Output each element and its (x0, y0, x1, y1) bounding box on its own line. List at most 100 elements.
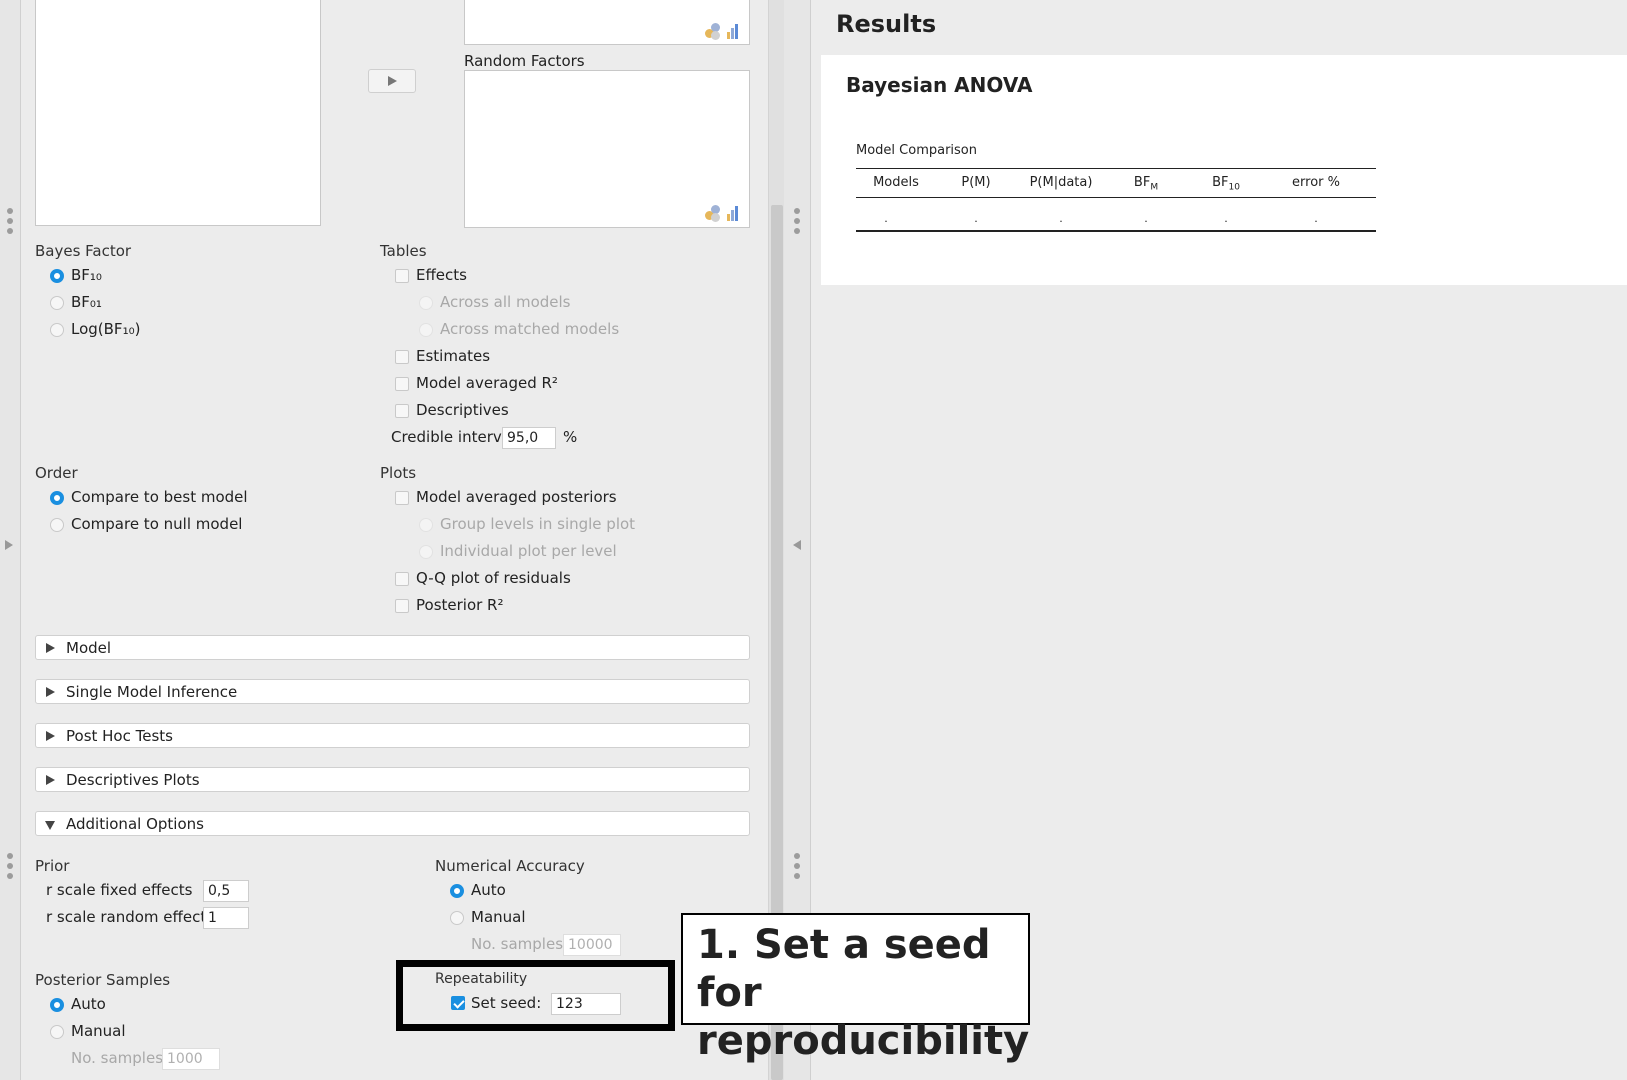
analysis-card: Bayesian ANOVA Model Comparison Models P… (821, 55, 1627, 285)
collapse-arrow-icon (45, 821, 55, 830)
table-cell: . (1314, 212, 1318, 225)
plots-title: Plots (380, 464, 417, 482)
move-to-random-factors-button[interactable] (368, 69, 416, 93)
effects-checkbox[interactable] (395, 269, 409, 283)
fixed-factors-list[interactable] (464, 0, 750, 45)
model-averaged-posteriors-checkbox[interactable] (395, 491, 409, 505)
r-scale-fixed-label: r scale fixed effects (46, 881, 193, 899)
accuracy-samples-field[interactable]: 10000 (563, 934, 621, 956)
col-bf10-label: BF (1212, 175, 1229, 190)
radio-group-levels-single-plot[interactable] (419, 518, 433, 532)
table-bottom-rule (856, 230, 1376, 232)
col-bfm-label: BF (1133, 175, 1151, 190)
col-models: Models (873, 175, 919, 190)
numerical-accuracy-title: Numerical Accuracy (435, 857, 585, 875)
analysis-title[interactable]: Bayesian ANOVA (846, 73, 1032, 97)
qq-plot-label: Q-Q plot of residuals (416, 569, 571, 587)
section-post-hoc-tests-label: Post Hoc Tests (66, 727, 173, 745)
section-single-model-inference[interactable]: Single Model Inference (35, 679, 750, 704)
drag-handle-icon[interactable] (794, 853, 800, 883)
descriptives-label: Descriptives (416, 401, 509, 419)
radio-across-matched-models[interactable] (419, 323, 433, 337)
variable-type-icon (705, 23, 741, 40)
posterior-auto-label: Auto (71, 995, 106, 1013)
effects-label: Effects (416, 266, 467, 284)
radio-posterior-auto[interactable] (50, 998, 64, 1012)
radio-accuracy-auto[interactable] (450, 884, 464, 898)
table-cell: . (1224, 212, 1228, 225)
prior-title: Prior (35, 857, 70, 875)
arrow-right-icon (388, 76, 397, 86)
group-levels-label: Group levels in single plot (440, 515, 636, 533)
col-bfm-subscript: M (1150, 182, 1159, 193)
table-cell: . (1059, 212, 1063, 225)
credible-interval-label: Credible interval (391, 428, 516, 446)
annotation-line-1: 1. Set a seed for (697, 922, 991, 1016)
radio-bf10[interactable] (50, 269, 64, 283)
table-cell: . (1144, 212, 1148, 225)
col-error: error % (1292, 175, 1340, 190)
r-scale-random-field[interactable]: 1 (203, 907, 249, 929)
col-pm-data: P(M|data) (1029, 175, 1093, 190)
col-pm: P(M) (961, 175, 991, 190)
annotation-text: 1. Set a seed for reproducibility (697, 921, 1029, 1065)
radio-bf01[interactable] (50, 296, 64, 310)
percent-label: % (563, 428, 578, 446)
drag-handle-icon[interactable] (7, 853, 13, 883)
accuracy-manual-label: Manual (471, 908, 526, 926)
section-post-hoc-tests[interactable]: Post Hoc Tests (35, 723, 750, 748)
posterior-r2-label: Posterior R² (416, 596, 504, 614)
accuracy-auto-label: Auto (471, 881, 506, 899)
section-descriptives-plots-label: Descriptives Plots (66, 771, 200, 789)
model-averaged-r2-label: Model averaged R² (416, 374, 558, 392)
available-variables-list[interactable] (35, 0, 321, 226)
expand-arrow-icon (46, 775, 55, 785)
bf10-label: BF₁₀ (71, 266, 102, 284)
radio-posterior-manual[interactable] (50, 1025, 64, 1039)
radio-log-bf10[interactable] (50, 323, 64, 337)
radio-compare-best-model[interactable] (50, 491, 64, 505)
across-matched-models-label: Across matched models (440, 320, 620, 338)
section-additional-options-label: Additional Options (66, 815, 204, 833)
tables-title: Tables (380, 242, 427, 260)
drag-handle-icon[interactable] (7, 208, 13, 238)
estimates-checkbox[interactable] (395, 350, 409, 364)
credible-interval-field[interactable]: 95,0 (502, 427, 556, 449)
descriptives-checkbox[interactable] (395, 404, 409, 418)
radio-accuracy-manual[interactable] (450, 911, 464, 925)
model-averaged-posteriors-label: Model averaged posteriors (416, 488, 617, 506)
drag-handle-icon[interactable] (794, 208, 800, 238)
r-scale-fixed-field[interactable]: 0,5 (203, 880, 249, 902)
bayes-factor-title: Bayes Factor (35, 242, 132, 260)
section-model-label: Model (66, 639, 112, 657)
section-descriptives-plots[interactable]: Descriptives Plots (35, 767, 750, 792)
posterior-samples-field[interactable]: 1000 (162, 1048, 220, 1070)
radio-individual-plot-per-level[interactable] (419, 545, 433, 559)
annotation-line-2: reproducibility (697, 1018, 1030, 1064)
compare-null-model-label: Compare to null model (71, 515, 243, 533)
across-all-models-label: Across all models (440, 293, 571, 311)
expand-arrow-icon (46, 687, 55, 697)
section-model[interactable]: Model (35, 635, 750, 660)
left-collapse-strip[interactable] (0, 0, 21, 1080)
annotation-note: 1. Set a seed for reproducibility (681, 913, 1030, 1064)
posterior-samples-title: Posterior Samples (35, 971, 171, 989)
estimates-label: Estimates (416, 347, 491, 365)
highlight-box (396, 960, 675, 1031)
random-factors-list[interactable] (464, 70, 750, 228)
radio-compare-null-model[interactable] (50, 518, 64, 532)
posterior-manual-label: Manual (71, 1022, 126, 1040)
posterior-r2-checkbox[interactable] (395, 599, 409, 613)
expand-arrow-icon (46, 731, 55, 741)
expand-arrow-icon (46, 643, 55, 653)
model-averaged-r2-checkbox[interactable] (395, 377, 409, 391)
table-cell: . (884, 212, 888, 225)
qq-plot-checkbox[interactable] (395, 572, 409, 586)
radio-across-all-models[interactable] (419, 296, 433, 310)
collapse-arrow-icon[interactable] (793, 540, 801, 550)
table-top-rule (856, 168, 1376, 169)
expand-arrow-icon[interactable] (5, 540, 13, 550)
section-additional-options[interactable]: Additional Options (35, 811, 750, 836)
section-single-model-inference-label: Single Model Inference (66, 683, 238, 701)
col-bfm: BFM (1116, 175, 1176, 193)
